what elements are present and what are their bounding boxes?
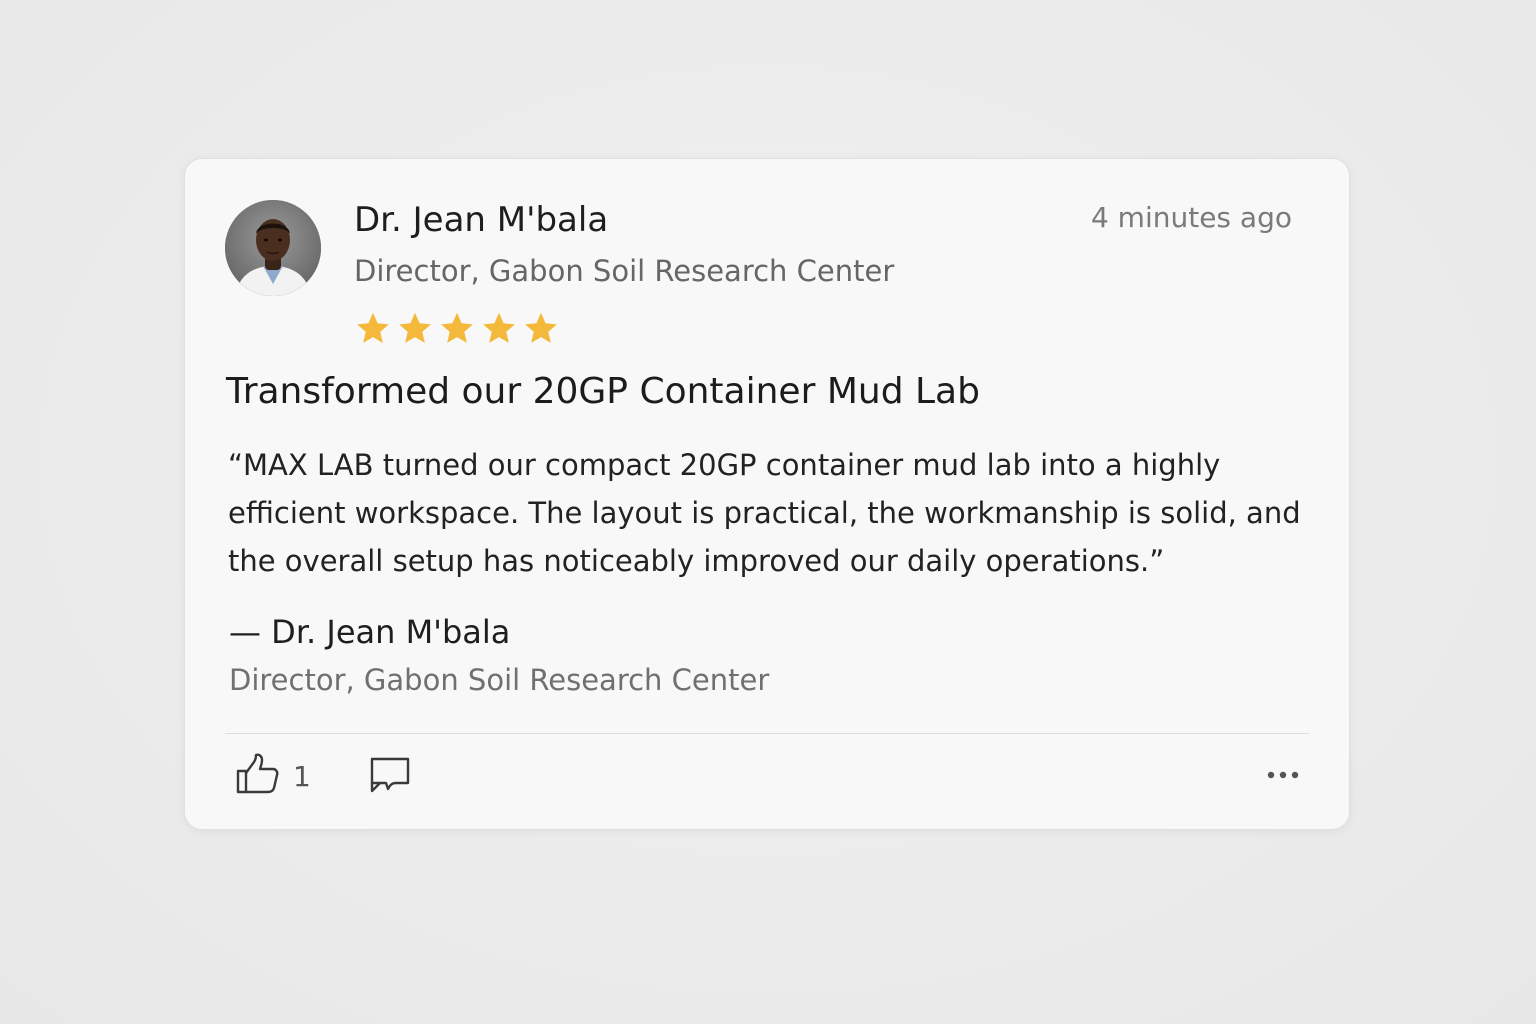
timestamp: 4 minutes ago: [1090, 201, 1292, 234]
review-quote: “MAX LAB turned our compact 20GP contain…: [228, 448, 1301, 578]
star-filled-icon: [399, 312, 431, 343]
review-title: Transformed our 20GP Container Mud Lab: [226, 371, 980, 412]
like-count: 1: [293, 759, 311, 793]
comment-icon: [368, 757, 412, 799]
signature-name: — Dr. Jean M'bala: [229, 613, 511, 651]
thumbs-up-icon: [235, 752, 281, 800]
like-button[interactable]: 1: [235, 753, 311, 799]
more-horizontal-icon: [1263, 771, 1303, 791]
more-options-button[interactable]: [1263, 763, 1303, 787]
star-rating: [354, 310, 560, 348]
star-filled-icon: [357, 312, 389, 343]
star-filled-icon: [525, 312, 557, 343]
avatar[interactable]: [225, 200, 321, 296]
divider: [225, 733, 1309, 734]
page-background: Dr. Jean M'bala Director, Gabon Soil Res…: [0, 0, 1536, 1024]
avatar-image: [225, 200, 321, 296]
comment-button[interactable]: [368, 755, 412, 795]
author-name[interactable]: Dr. Jean M'bala: [354, 200, 608, 240]
star-filled-icon: [483, 312, 515, 343]
signature-title: Director, Gabon Soil Research Center: [229, 663, 770, 697]
star-filled-icon: [441, 312, 473, 343]
review-card: Dr. Jean M'bala Director, Gabon Soil Res…: [184, 158, 1350, 830]
author-title: Director, Gabon Soil Research Center: [354, 254, 895, 288]
